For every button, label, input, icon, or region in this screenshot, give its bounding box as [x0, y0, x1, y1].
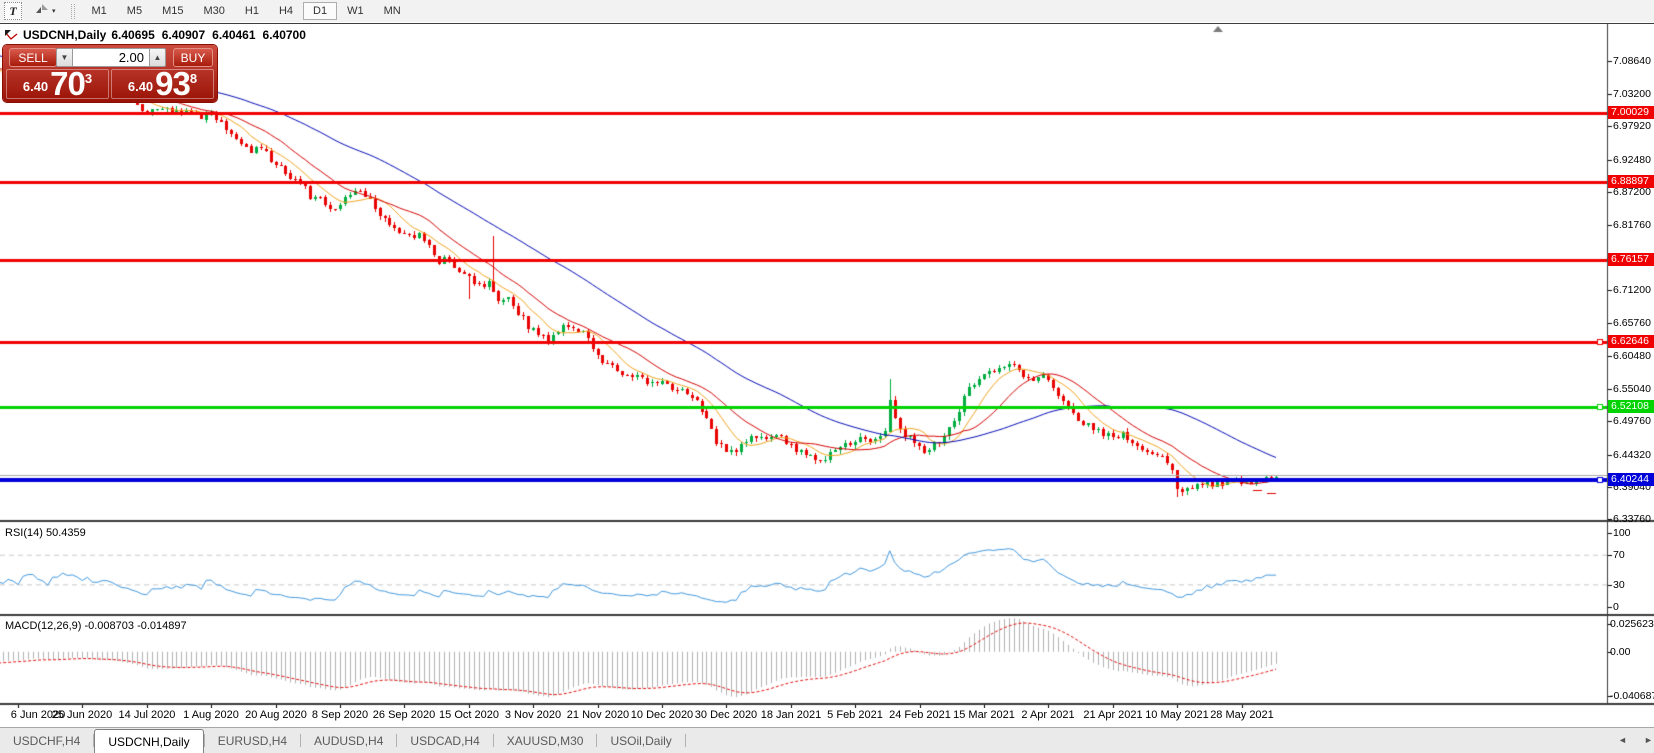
sell-price[interactable]: 6.40 70 3 [6, 69, 109, 99]
timeframe-button-m15[interactable]: M15 [152, 2, 193, 20]
timeframe-button-h4[interactable]: H4 [269, 2, 303, 20]
tab-usdchf-h4[interactable]: USDCHF,H4 [0, 728, 93, 753]
date-axis-label: 3 Nov 2020 [497, 709, 569, 721]
sell-price-big: 70 [50, 70, 85, 98]
tab-scroll-right-icon[interactable]: ► [1644, 735, 1653, 745]
timeframe-button-h1[interactable]: H1 [235, 2, 269, 20]
date-axis-label: 1 Aug 2020 [175, 709, 247, 721]
arrows-icon [34, 2, 49, 20]
chart-symbol-label: USDCNH,Daily [23, 28, 106, 42]
date-axis-label: 24 Feb 2021 [884, 709, 956, 721]
price-level-label: 6.62646 [1608, 335, 1654, 348]
rsi-indicator-label: RSI(14) 50.4359 [5, 527, 86, 539]
price-tick-label: 6.92480 [1613, 154, 1651, 166]
chart-title: USDCNH,Daily 6.40695 6.40907 6.40461 6.4… [5, 28, 306, 42]
tab-scroll-left-icon[interactable]: ◄ [1618, 735, 1627, 745]
date-axis-label: 21 Apr 2021 [1077, 709, 1149, 721]
date-axis-label: 14 Jul 2020 [111, 709, 183, 721]
price-tick-label: 6.71200 [1613, 284, 1651, 296]
tab-usdcnh-daily[interactable]: USDCNH,Daily [94, 729, 203, 753]
chevron-down-icon: ▾ [52, 7, 56, 15]
date-axis-label: 10 May 2021 [1141, 709, 1213, 721]
timeframe-button-m1[interactable]: M1 [82, 2, 117, 20]
price-tick-label: 6.65760 [1613, 317, 1651, 329]
tab-separator [685, 734, 686, 747]
price-tick-label: 6.97920 [1613, 120, 1651, 132]
price-level-label: 6.40244 [1608, 473, 1654, 486]
price-tick-label: 6.60480 [1613, 350, 1651, 362]
timeframe-button-m30[interactable]: M30 [193, 2, 234, 20]
date-axis-label: 21 Nov 2020 [562, 709, 634, 721]
price-tick-label: 6.49760 [1613, 415, 1651, 427]
date-axis-label: 8 Sep 2020 [304, 709, 376, 721]
chart-canvas[interactable] [0, 24, 1654, 708]
rsi-tick-label: 70 [1613, 549, 1625, 561]
tab-xauusd-m30[interactable]: XAUUSD,M30 [494, 728, 597, 753]
arrows-tool-button[interactable]: ▾ [31, 2, 59, 20]
price-level-label: 6.76157 [1608, 253, 1654, 266]
date-axis-label: 15 Oct 2020 [433, 709, 505, 721]
timeframe-button-d1[interactable]: D1 [303, 2, 337, 20]
price-tick-label: 6.81760 [1613, 219, 1651, 231]
symbol-tab-bar: USDCHF,H4USDCNH,DailyEURUSD,H4AUDUSD,H4U… [0, 727, 1654, 753]
date-axis-label: 18 Jan 2021 [755, 709, 827, 721]
buy-price-small: 6.40 [128, 79, 153, 94]
price-tick-label: 7.08640 [1613, 55, 1651, 67]
timeframe-button-m5[interactable]: M5 [117, 2, 152, 20]
ohlc-open: 6.40695 [111, 28, 154, 42]
rsi-tick-label: 30 [1613, 579, 1625, 591]
buy-price-sup: 8 [190, 71, 197, 86]
sell-price-small: 6.40 [23, 79, 48, 94]
text-tool-button[interactable]: T [4, 2, 22, 20]
date-axis-label: 25 Jun 2020 [46, 709, 118, 721]
rsi-tick-label: 100 [1613, 527, 1631, 539]
date-axis-label: 5 Feb 2021 [819, 709, 891, 721]
timeframe-button-w1[interactable]: W1 [337, 2, 374, 20]
top-toolbar: T ▾ M1M5M15M30H1H4D1W1MN [0, 0, 1654, 22]
tab-audusd-h4[interactable]: AUDUSD,H4 [301, 728, 396, 753]
macd-tick-label: 0.025623 [1610, 618, 1654, 630]
price-level-label: 6.88897 [1608, 175, 1654, 188]
tab-eurusd-h4[interactable]: EURUSD,H4 [205, 728, 300, 753]
price-tick-label: 6.55040 [1613, 383, 1651, 395]
macd-indicator-label: MACD(12,26,9) -0.008703 -0.014897 [5, 620, 187, 632]
chart-ohlc: 6.40695 6.40907 6.40461 6.40700 [111, 28, 306, 42]
one-click-trade-panel: SELL ▼ ▲ BUY 6.40 70 3 6.40 93 8 [3, 45, 217, 102]
chart-symbol-icon [5, 30, 18, 41]
date-axis-label: 20 Aug 2020 [240, 709, 312, 721]
date-axis-label: 2 Apr 2021 [1012, 709, 1084, 721]
rsi-tick-label: 0 [1613, 601, 1619, 613]
macd-tick-label: 0.00 [1610, 646, 1630, 658]
macd-tick-label: -0.040687 [1610, 690, 1654, 702]
date-axis-label: 10 Dec 2020 [626, 709, 698, 721]
buy-price-big: 93 [155, 70, 190, 98]
date-axis-label: 15 Mar 2021 [948, 709, 1020, 721]
sell-price-sup: 3 [85, 71, 92, 86]
price-tick-label: 7.03200 [1613, 88, 1651, 100]
date-axis-label: 30 Dec 2020 [690, 709, 762, 721]
tab-usdcad-h4[interactable]: USDCAD,H4 [397, 728, 492, 753]
ohlc-close: 6.40700 [263, 28, 306, 42]
ohlc-high: 6.40907 [162, 28, 205, 42]
toolbar-grip[interactable] [71, 4, 75, 19]
timeframe-button-group: M1M5M15M30H1H4D1W1MN [82, 2, 411, 20]
price-tick-label: 6.33760 [1613, 513, 1651, 525]
buy-price[interactable]: 6.40 93 8 [111, 69, 214, 99]
date-axis-label: 28 May 2021 [1206, 709, 1278, 721]
price-level-label: 7.00029 [1608, 106, 1654, 119]
date-axis-label: 26 Sep 2020 [368, 709, 440, 721]
tab-usoil-daily[interactable]: USOil,Daily [597, 728, 684, 753]
ohlc-low: 6.40461 [212, 28, 255, 42]
price-level-label: 6.52108 [1608, 400, 1654, 413]
mt4-window: { "toolbar": { "text_tool_label": "T", "… [0, 0, 1654, 753]
timeframe-button-mn[interactable]: MN [374, 2, 411, 20]
price-tick-label: 6.44320 [1613, 449, 1651, 461]
